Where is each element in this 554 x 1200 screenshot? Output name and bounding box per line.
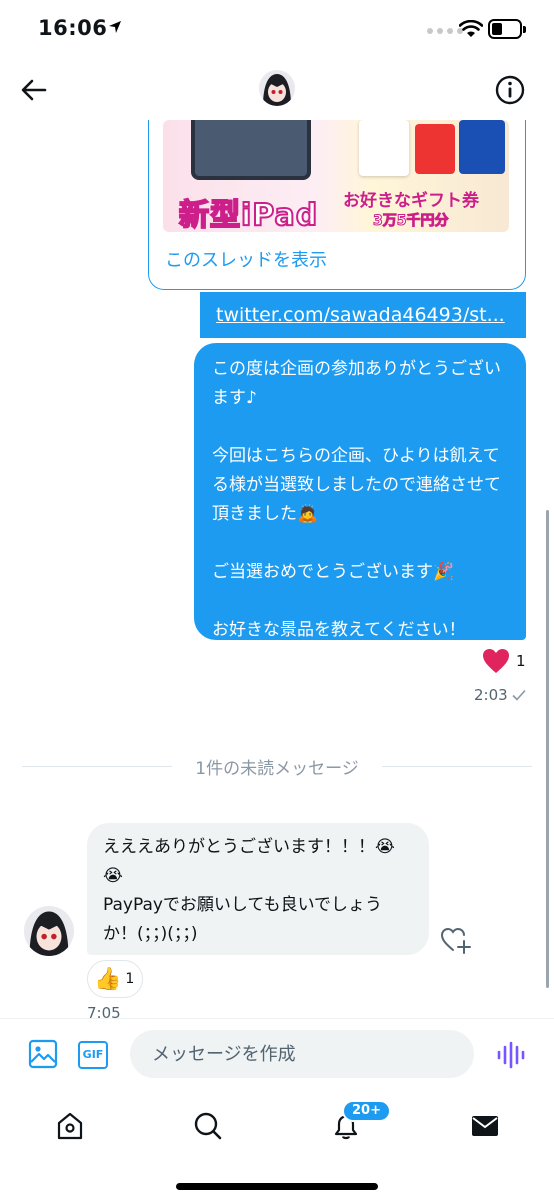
sent-check-icon bbox=[512, 689, 526, 701]
promo-amount-text: 3万5千円分 bbox=[372, 213, 449, 230]
voice-message-button[interactable] bbox=[496, 1041, 526, 1073]
promo-image: 新型iPad お好きなギフト券 3万5千円分 bbox=[163, 120, 509, 232]
back-button[interactable] bbox=[18, 74, 50, 106]
add-image-button[interactable] bbox=[28, 1039, 58, 1073]
bottom-tab-bar: 20+ bbox=[0, 1092, 554, 1200]
heart-reaction-count: 1 bbox=[516, 652, 526, 670]
unread-divider: 1件の未読メッセージ bbox=[22, 754, 532, 779]
heart-icon bbox=[483, 649, 509, 673]
gift-card-illustration bbox=[359, 120, 409, 176]
status-time: 16:06 bbox=[38, 16, 108, 40]
message-input[interactable] bbox=[130, 1030, 474, 1078]
location-arrow-icon bbox=[109, 21, 121, 33]
sender-avatar[interactable] bbox=[24, 906, 74, 956]
cellular-signal-icon bbox=[427, 28, 463, 34]
search-icon bbox=[194, 1112, 222, 1140]
incoming-message-bubble[interactable]: えええありがとうございます！！！😭😭 PayPayでお願いしても良いでしょうか！… bbox=[87, 823, 429, 955]
image-icon bbox=[28, 1039, 58, 1069]
thumbs-up-count: 1 bbox=[125, 971, 135, 987]
ipad-illustration bbox=[191, 120, 311, 180]
outgoing-time-text: 2:03 bbox=[474, 686, 508, 704]
home-icon bbox=[57, 1112, 83, 1140]
back-arrow-icon bbox=[21, 79, 47, 101]
scrollbar[interactable] bbox=[546, 510, 549, 988]
home-indicator[interactable] bbox=[176, 1183, 378, 1190]
gift-card-illustration bbox=[415, 124, 455, 174]
tab-home[interactable] bbox=[50, 1106, 90, 1146]
shared-tweet-card[interactable]: 新型iPad お好きなギフト券 3万5千円分 このスレッドを表示 bbox=[148, 120, 526, 290]
wifi-icon bbox=[459, 20, 483, 37]
promo-gift-text: お好きなギフト券 bbox=[343, 191, 479, 211]
thumbs-up-emoji: 👍 bbox=[94, 966, 122, 992]
incoming-message-text: えええありがとうございます！！！😭😭 PayPayでお願いしても良いでしょうか！… bbox=[103, 837, 395, 944]
link-bubble: twitter.com/sawada46493/st... bbox=[200, 292, 526, 338]
tab-messages[interactable] bbox=[465, 1106, 505, 1146]
tweet-link[interactable]: twitter.com/sawada46493/st... bbox=[216, 304, 505, 326]
info-button[interactable] bbox=[494, 74, 526, 106]
heart-plus-icon bbox=[440, 927, 471, 954]
voice-waveform-icon bbox=[497, 1041, 525, 1069]
gift-card-illustration bbox=[459, 120, 505, 174]
outgoing-timestamp: 2:03 bbox=[474, 686, 526, 704]
heart-reaction[interactable]: 1 bbox=[482, 648, 526, 674]
unread-label: 1件の未読メッセージ bbox=[195, 759, 359, 779]
tab-search[interactable] bbox=[188, 1106, 228, 1146]
outgoing-message-text: この度は企画の参加ありがとうございます♪ 今回はこちらの企画、ひよりは飢えてる様… bbox=[212, 359, 501, 640]
message-composer: GIF bbox=[0, 1018, 554, 1092]
header-avatar[interactable] bbox=[259, 70, 295, 106]
thumbs-up-reaction[interactable]: 👍 1 bbox=[87, 960, 143, 998]
show-thread-link[interactable]: このスレッドを表示 bbox=[165, 246, 327, 272]
battery-icon bbox=[488, 19, 526, 39]
add-reaction-button[interactable] bbox=[440, 926, 472, 958]
mail-icon bbox=[472, 1116, 498, 1136]
status-bar: 16:06 bbox=[0, 0, 554, 58]
notification-badge: 20+ bbox=[342, 1100, 391, 1122]
info-icon bbox=[495, 75, 525, 105]
outgoing-message-bubble[interactable]: この度は企画の参加ありがとうございます♪ 今回はこちらの企画、ひよりは飢えてる様… bbox=[194, 343, 526, 640]
gif-button[interactable]: GIF bbox=[78, 1041, 108, 1069]
promo-ipad-text: 新型iPad bbox=[178, 197, 319, 232]
